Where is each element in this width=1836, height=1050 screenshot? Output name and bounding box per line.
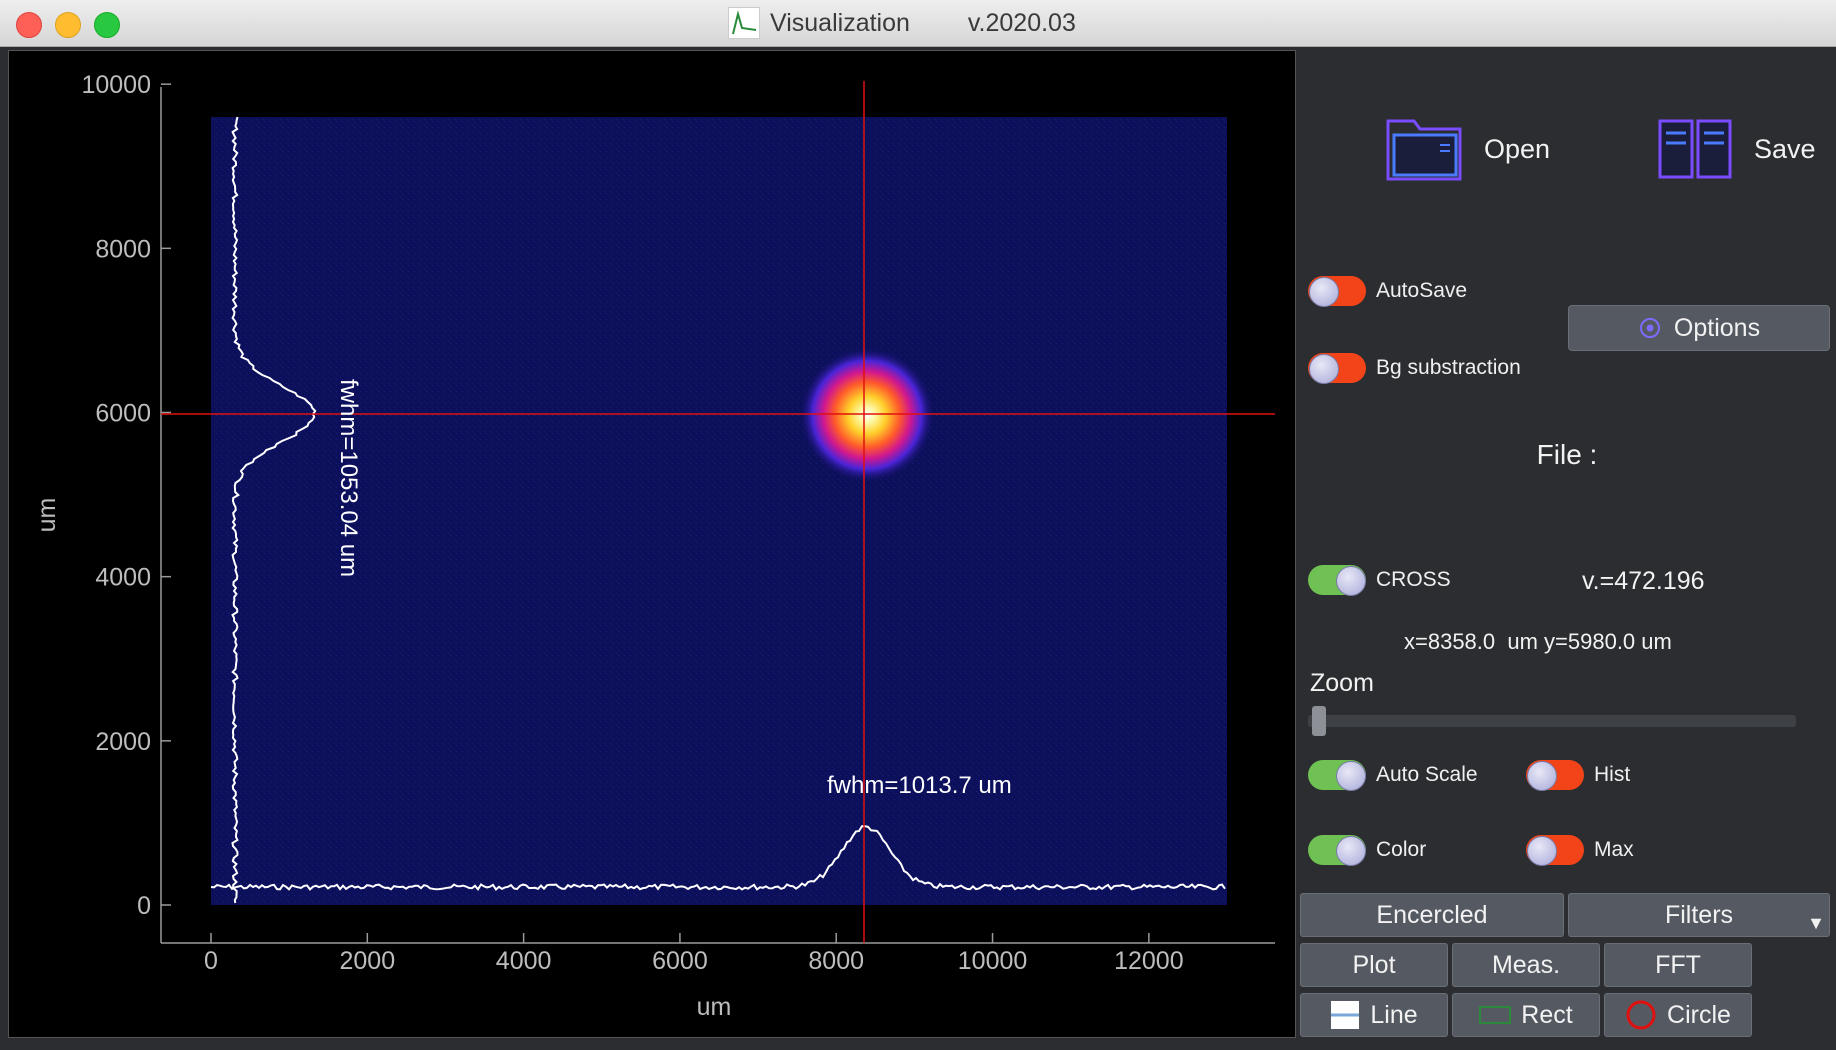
autoscale-toggle[interactable]: Auto Scale bbox=[1308, 760, 1478, 791]
minimize-window-button[interactable] bbox=[55, 12, 81, 38]
meas-label: Meas. bbox=[1491, 950, 1561, 979]
autosave-switch[interactable] bbox=[1308, 276, 1366, 307]
open-button[interactable]: Open bbox=[1384, 115, 1550, 183]
fwhm-x-label: fwhm=1013.7 um bbox=[827, 772, 1012, 799]
zoom-slider[interactable] bbox=[1308, 706, 1796, 736]
line-label: Line bbox=[1370, 1000, 1418, 1029]
encercled-label: Encercled bbox=[1376, 900, 1488, 929]
autosave-toggle[interactable]: AutoSave bbox=[1308, 276, 1468, 307]
pixel-value: v.=472.196 bbox=[1582, 567, 1705, 595]
rect-label: Rect bbox=[1521, 1000, 1573, 1029]
autoscale-label: Auto Scale bbox=[1376, 763, 1478, 786]
fwhm-y-label: fwhm=1053.04 um bbox=[335, 379, 362, 577]
plot-button[interactable]: Plot bbox=[1300, 943, 1448, 987]
max-label: Max bbox=[1594, 838, 1634, 861]
max-switch[interactable] bbox=[1526, 835, 1584, 866]
color-label: Color bbox=[1376, 838, 1427, 861]
circle-button[interactable]: Circle bbox=[1604, 993, 1752, 1037]
autosave-label: AutoSave bbox=[1376, 279, 1468, 302]
meas-button[interactable]: Meas. bbox=[1452, 943, 1600, 987]
chevron-down-icon: ▼ bbox=[1807, 913, 1825, 933]
x-tick-label: 10000 bbox=[958, 947, 1028, 975]
zoom-slider-handle[interactable] bbox=[1312, 706, 1326, 736]
y-tick-label: 6000 bbox=[95, 400, 151, 428]
cross-switch[interactable] bbox=[1308, 565, 1366, 596]
close-window-button[interactable] bbox=[16, 12, 42, 38]
cross-label: CROSS bbox=[1376, 568, 1451, 591]
hist-switch[interactable] bbox=[1526, 760, 1584, 791]
x-tick-label: 12000 bbox=[1114, 947, 1184, 975]
filters-label: Filters bbox=[1664, 900, 1734, 929]
hist-label: Hist bbox=[1594, 763, 1631, 786]
y-tick-label: 8000 bbox=[95, 235, 151, 263]
bg-subtraction-label: Bg substraction bbox=[1376, 356, 1521, 379]
plot-label: Plot bbox=[1352, 950, 1396, 979]
cursor-coordinates: x=8358.0 um y=5980.0 um bbox=[1404, 629, 1672, 654]
folder-icon bbox=[1386, 119, 1462, 181]
title-bar: Visualization v.2020.03 bbox=[0, 0, 1836, 47]
save-label: Save bbox=[1754, 133, 1816, 164]
control-panel: Open Save AutoSave Options Bg substracti… bbox=[1298, 47, 1836, 1050]
rect-button[interactable]: Rect bbox=[1452, 993, 1600, 1037]
x-tick-label: 8000 bbox=[808, 947, 864, 975]
filters-dropdown[interactable]: Filters ▼ bbox=[1568, 893, 1830, 937]
y-axis-label: um bbox=[33, 498, 61, 533]
x-tick-label: 4000 bbox=[496, 947, 552, 975]
color-switch[interactable] bbox=[1308, 835, 1366, 866]
circle-icon bbox=[1626, 1000, 1656, 1030]
bg-subtraction-switch[interactable] bbox=[1308, 353, 1366, 384]
image-plot[interactable]: 0 2000 4000 6000 8000 10000 0 2000 4000 6000 8000… bbox=[8, 50, 1296, 1038]
circle-label: Circle bbox=[1667, 1000, 1731, 1029]
window-title: Visualization bbox=[770, 8, 910, 37]
autoscale-switch[interactable] bbox=[1308, 760, 1366, 791]
book-icon bbox=[1658, 119, 1732, 179]
fft-label: FFT bbox=[1655, 950, 1701, 979]
options-icon bbox=[1639, 318, 1660, 338]
y-tick-label: 4000 bbox=[95, 564, 151, 592]
y-tick-label: 2000 bbox=[95, 728, 151, 756]
max-toggle[interactable]: Max bbox=[1526, 835, 1634, 866]
rect-icon bbox=[1479, 1006, 1512, 1024]
maximize-window-button[interactable] bbox=[94, 12, 120, 38]
x-axis-label: um bbox=[697, 993, 732, 1021]
file-label: File : bbox=[1536, 439, 1598, 470]
app-logo-icon bbox=[728, 7, 760, 39]
fft-button[interactable]: FFT bbox=[1604, 943, 1752, 987]
options-label: Options bbox=[1673, 313, 1761, 342]
y-tick-label: 0 bbox=[137, 892, 151, 920]
x-tick-label: 6000 bbox=[652, 947, 708, 975]
encercled-button[interactable]: Encercled bbox=[1300, 893, 1564, 937]
cross-toggle[interactable]: CROSS bbox=[1308, 565, 1451, 596]
x-tick-label: 2000 bbox=[339, 947, 395, 975]
bg-subtraction-toggle[interactable]: Bg substraction bbox=[1308, 353, 1521, 384]
y-tick-label: 10000 bbox=[81, 71, 151, 99]
options-button[interactable]: Options bbox=[1568, 305, 1830, 351]
beam-spot bbox=[799, 347, 935, 483]
open-label: Open bbox=[1484, 133, 1551, 164]
window-version: v.2020.03 bbox=[967, 8, 1076, 37]
beam-image bbox=[211, 117, 1227, 905]
hist-toggle[interactable]: Hist bbox=[1526, 760, 1631, 791]
color-toggle[interactable]: Color bbox=[1308, 835, 1427, 866]
x-tick-label: 0 bbox=[204, 947, 218, 975]
save-button[interactable]: Save bbox=[1654, 115, 1816, 183]
line-icon bbox=[1331, 1001, 1360, 1029]
zoom-label: Zoom bbox=[1310, 669, 1374, 697]
line-button[interactable]: Line bbox=[1300, 993, 1448, 1037]
